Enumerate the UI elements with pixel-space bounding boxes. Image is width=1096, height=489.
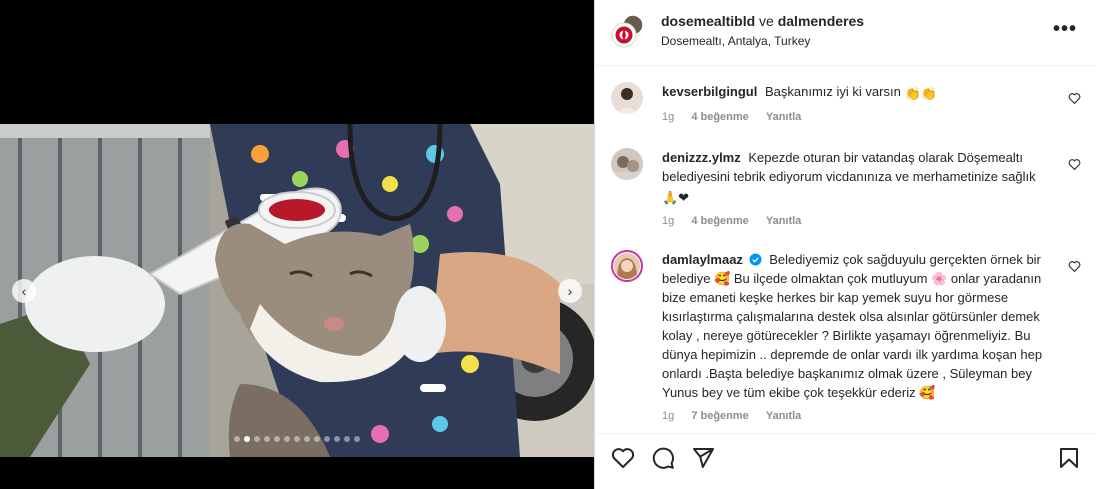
comment-time[interactable]: 1g (662, 215, 674, 227)
post-authors: dosemealtibld ve dalmenderes (661, 13, 864, 29)
reply-button[interactable]: Yanıtla (766, 215, 801, 227)
comment-time[interactable]: 1g (662, 410, 674, 422)
carousel-indicator (0, 436, 594, 442)
comment-emoji: 🙏❤ (662, 190, 690, 205)
author-username[interactable]: dosemealtibld (661, 13, 755, 29)
more-options-button[interactable]: ••• (1053, 18, 1077, 41)
carousel-dot (264, 436, 270, 442)
author-avatar-group[interactable] (611, 14, 645, 48)
commenter-avatar-story-ring[interactable] (611, 250, 643, 282)
comment-username[interactable]: damlaylmaaz (662, 252, 743, 267)
comment-likes[interactable]: 4 beğenme (691, 215, 748, 227)
carousel-prev-button[interactable]: ‹ (12, 279, 36, 303)
more-icon: ••• (1052, 18, 1077, 40)
carousel-dot (274, 436, 280, 442)
commenter-avatar[interactable] (611, 82, 643, 114)
chevron-left-icon: ‹ (21, 283, 27, 299)
comment-body: denizzz.ylmz Kepezde oturan bir vatandaş… (662, 148, 1044, 231)
carousel-dot (354, 436, 360, 442)
carousel-dot (324, 436, 330, 442)
comment-likes[interactable]: 4 beğenme (691, 111, 748, 123)
comment-time[interactable]: 1g (662, 111, 674, 123)
reply-button[interactable]: Yanıtla (766, 410, 801, 422)
commenter-avatar (614, 253, 640, 279)
author-connector: ve (759, 13, 774, 29)
carousel-dot (334, 436, 340, 442)
comment-text: Belediyemiz çok sağduyulu gerçekten örne… (662, 252, 1043, 400)
carousel-dot (254, 436, 260, 442)
comment-body: kevserbilgingul Başkanımız iyi ki varsın… (662, 82, 1044, 127)
comment-like-heart-icon[interactable] (1068, 158, 1081, 170)
post-header: dosemealtibld ve dalmenderes Dosemealtı,… (595, 0, 1096, 66)
share-icon[interactable] (691, 446, 715, 470)
photo-illustration (0, 124, 594, 457)
carousel-dot (314, 436, 320, 442)
verified-badge-icon (749, 253, 762, 266)
post-photo[interactable] (0, 124, 594, 457)
carousel-dot (344, 436, 350, 442)
comment-text: Başkanımız iyi ki varsın (765, 84, 901, 99)
comment-meta: 1g 4 beğenme Yanıtla (662, 108, 1044, 127)
reply-button[interactable]: Yanıtla (766, 111, 801, 123)
post-actions-bar (595, 433, 1096, 489)
comment-like-heart-icon[interactable] (1068, 92, 1081, 104)
carousel-dot (284, 436, 290, 442)
carousel-dot (294, 436, 300, 442)
comment-username[interactable]: kevserbilgingul (662, 84, 757, 99)
carousel-next-button[interactable]: › (558, 279, 582, 303)
comments-list: kevserbilgingul Başkanımız iyi ki varsın… (595, 66, 1096, 426)
post-media: ‹ › (0, 0, 594, 489)
post-location[interactable]: Dosemealtı, Antalya, Turkey (661, 34, 810, 48)
bookmark-icon[interactable] (1057, 446, 1081, 470)
carousel-dot (234, 436, 240, 442)
carousel-dot (244, 436, 250, 442)
comment-meta: 1g 4 beğenme Yanıtla (662, 212, 1044, 231)
chevron-right-icon: › (567, 283, 573, 299)
heart-icon[interactable] (611, 446, 635, 470)
post-side-panel: dosemealtibld ve dalmenderes Dosemealtı,… (594, 0, 1096, 489)
comment-body: damlaylmaaz Belediyemiz çok sağduyulu ge… (662, 250, 1044, 426)
comment-username[interactable]: denizzz.ylmz (662, 150, 741, 165)
comment-likes[interactable]: 7 beğenme (691, 410, 748, 422)
author-avatar (611, 14, 644, 48)
collaborator-username[interactable]: dalmenderes (778, 13, 864, 29)
comment-icon[interactable] (651, 446, 675, 470)
comment-like-heart-icon[interactable] (1068, 260, 1081, 272)
carousel-dot (304, 436, 310, 442)
comment-meta: 1g 7 beğenme Yanıtla (662, 407, 1044, 426)
comment-emoji: 👏👏 (904, 86, 937, 101)
commenter-avatar[interactable] (611, 148, 643, 180)
